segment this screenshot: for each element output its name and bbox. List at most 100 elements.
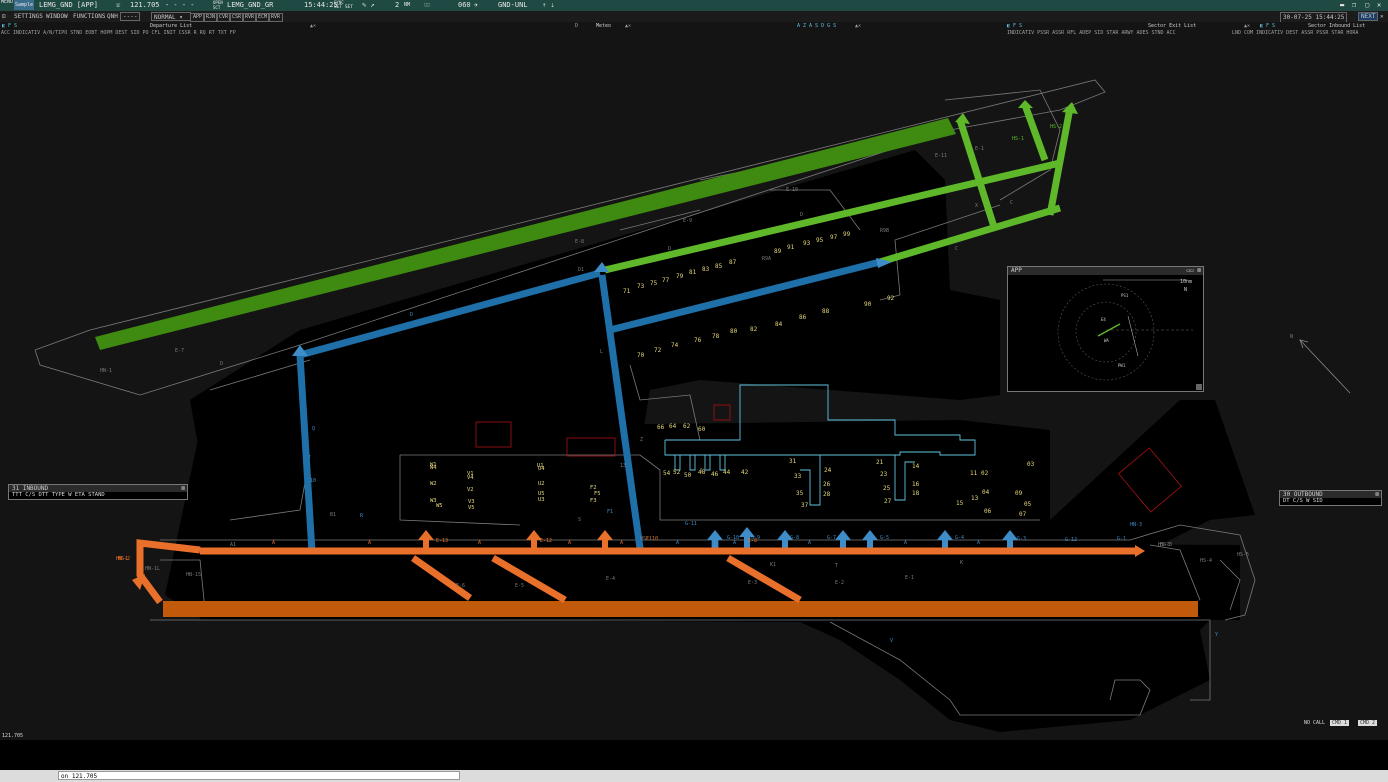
app-title[interactable]: APP: [1008, 267, 1203, 275]
window-menu[interactable]: WINDOW: [46, 12, 68, 21]
taxi-label-43: HN-1L: [145, 566, 160, 572]
meteo-title[interactable]: Meteo: [596, 23, 611, 29]
app-approach-line: [1127, 315, 1139, 357]
mode-select[interactable]: NORMAL ▾: [151, 12, 191, 21]
toggle-rvr-6[interactable]: RVR: [268, 13, 284, 22]
functions-menu[interactable]: FUNCTIONS: [73, 12, 106, 21]
aircraft-icon[interactable]: ✈: [474, 0, 478, 10]
meteo-close-icon[interactable]: ▲✕: [625, 23, 631, 29]
stand-2: 93: [803, 240, 811, 247]
sector-inbound-icon[interactable]: ◧ F S: [1260, 23, 1275, 29]
app-fix-4: PW1: [1118, 363, 1126, 368]
stand-28: 04: [982, 489, 990, 496]
sct-label: SCT: [213, 5, 221, 10]
stand-w-4: W5: [436, 503, 443, 509]
command-button-2[interactable]: CMD 2: [1358, 720, 1378, 726]
vfr-icon[interactable]: ⬚⬚: [424, 0, 430, 10]
outbound-close-icon[interactable]: ⊠: [1375, 491, 1379, 498]
tools-icon[interactable]: ✎ ↗: [362, 0, 375, 10]
taxi-label-70: 12: [700, 468, 706, 474]
stand-32: 13: [971, 495, 979, 502]
taxi-label-58: G-9: [751, 535, 760, 541]
minimize-icon[interactable]: ▬: [1340, 0, 1344, 10]
app-resize-handle[interactable]: [1196, 384, 1202, 390]
app-north-label: N: [1184, 287, 1187, 293]
stand-9: 77: [662, 277, 670, 284]
inbound-close-icon[interactable]: ⊠: [181, 485, 185, 492]
center-title[interactable]: A Z A S D G S: [797, 23, 836, 29]
app-radar-window[interactable]: APP ▭▭ ⊠ 10nm N PS1 E4 WA PW1: [1007, 266, 1204, 392]
stand-7: 73: [637, 283, 645, 290]
stand-w-3: W4: [430, 465, 437, 471]
dep-list-icon[interactable]: ◧ F S: [2, 23, 17, 29]
stand-30: 05: [1024, 501, 1032, 508]
frequency-icon[interactable]: ☏: [116, 0, 120, 10]
app-range-label: 10nm: [1180, 279, 1192, 285]
taxi-label-49: R9A: [762, 256, 771, 262]
app-fix-1: PS1: [1121, 293, 1129, 298]
inbound-header: TTT C/S DTT TYPE W ETA STAND: [12, 492, 105, 498]
stand-1: 64: [669, 423, 677, 430]
stand-w-14: U5: [538, 491, 545, 497]
app-window-controls-icon[interactable]: ▭▭ ⊠: [1187, 267, 1201, 275]
command-button-1[interactable]: CMD 1: [1330, 720, 1350, 726]
restore-icon[interactable]: ❐: [1352, 0, 1356, 10]
stand-11: 81: [689, 269, 697, 276]
outbound-title[interactable]: 30 OUTBOUND: [1280, 491, 1381, 498]
taxi-label-72: HN-3: [1130, 522, 1142, 528]
sector-exit-icon[interactable]: ◧ F S: [1007, 23, 1022, 29]
taxi-label-57: G-8: [790, 535, 799, 541]
menu-label[interactable]: MENU: [1, 0, 13, 5]
close-icon[interactable]: ✕: [1377, 0, 1381, 10]
stand-20: 25: [883, 485, 891, 492]
departure-list-title[interactable]: Departure List: [150, 23, 192, 29]
sector-tag[interactable]: Sample: [14, 0, 35, 10]
list-strip: ◧ F S Departure List ▲✕ ACC INDICATIV A/…: [0, 22, 1388, 36]
taxi-label-24: D: [220, 361, 223, 367]
extra-toggle[interactable]: NEXT: [1358, 12, 1379, 21]
no-call-label: NO CALL: [1304, 720, 1326, 726]
command-input[interactable]: on 121.705: [58, 771, 460, 780]
taxi-label-4: A: [620, 540, 623, 546]
stand-3: 95: [816, 237, 824, 244]
sector-exit-close-icon[interactable]: ▲✕: [1244, 23, 1250, 29]
taxi-label-23: D: [410, 312, 413, 318]
app-radar-scope[interactable]: 10nm N PS1 E4 WA PW1: [1008, 276, 1203, 390]
taxi-label-55: G-5: [880, 535, 889, 541]
lock-icon[interactable]: ⊡: [2, 12, 6, 21]
stand-4: 54: [663, 470, 671, 477]
stand-25: 90: [864, 301, 872, 308]
stand-w-8: V4: [467, 475, 474, 481]
taxi-label-9: A: [977, 540, 980, 546]
center-close-icon[interactable]: ▲✕: [855, 23, 861, 29]
stand-6: 50: [684, 472, 692, 479]
stand-12: 33: [794, 473, 802, 480]
taxi-label-60: G-11: [685, 521, 697, 527]
stand-24: 88: [822, 308, 830, 315]
taxi-label-29: C: [955, 246, 958, 252]
set-label[interactable]: SET SET: [334, 5, 353, 10]
maximize-icon[interactable]: ▢: [1365, 0, 1369, 10]
layers-icon[interactable]: ⇡ ⇣: [542, 0, 555, 10]
outbound-window[interactable]: 30 OUTBOUND DT C/S W SID ⊠: [1279, 490, 1382, 506]
sector-exit-title[interactable]: Sector Exit List: [1148, 23, 1196, 29]
callsign-label: LEMG_GND [APP]: [39, 1, 99, 9]
stand-31: 07: [1019, 511, 1027, 518]
qnh-value[interactable]: ----: [120, 12, 141, 21]
range-value[interactable]: 2: [395, 0, 399, 10]
sector-inbound-title[interactable]: Sector Inbound List: [1308, 23, 1365, 29]
stand-5: 52: [673, 469, 681, 476]
stand-22: 14: [912, 463, 920, 470]
departure-list-close-icon[interactable]: ▲✕: [310, 23, 316, 29]
taxi-label-31: E-9: [683, 218, 692, 224]
inbound-window[interactable]: 31 INBOUND TTT C/S DTT TYPE W ETA STAND …: [8, 484, 188, 500]
frequency-value[interactable]: 121.705: [130, 0, 160, 10]
inbound-title[interactable]: 31 INBOUND: [9, 485, 187, 492]
level-filter[interactable]: GND-UNL: [498, 0, 528, 10]
meteo-icon[interactable]: D: [575, 23, 578, 29]
stand-33: 15: [956, 500, 964, 507]
close-icon[interactable]: ✕: [1380, 12, 1384, 21]
altitude-value[interactable]: 060: [458, 0, 471, 10]
sector-name[interactable]: LEMG_GND_GR: [227, 0, 273, 10]
settings-menu[interactable]: SETTINGS: [14, 12, 43, 21]
